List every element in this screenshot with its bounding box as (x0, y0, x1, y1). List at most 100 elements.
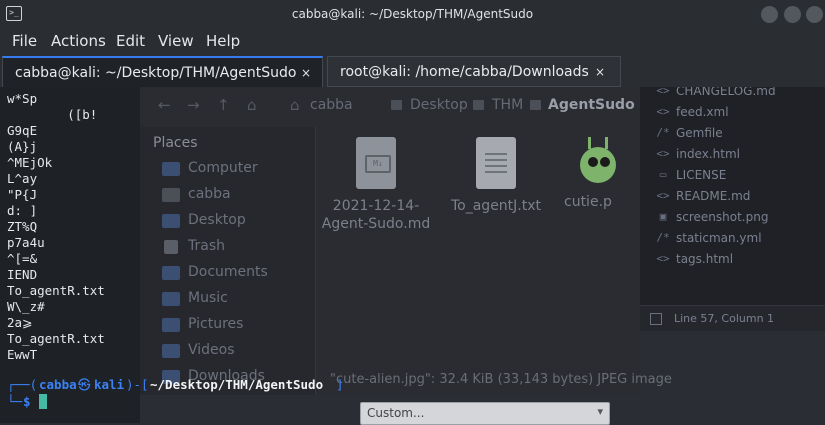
desktop-icon (162, 214, 180, 228)
home-icon: ⌂ (290, 96, 300, 114)
home-folder-icon (162, 188, 180, 202)
image-info-text: "cute-alien.jpg": 32.4 KiB (33,143 bytes… (330, 372, 672, 387)
breadcrumb-thm[interactable]: THM (492, 97, 523, 113)
text-file-icon (476, 137, 516, 189)
close-button[interactable] (806, 6, 823, 23)
terminal-line: G9qE (7, 123, 38, 138)
menu-help[interactable]: Help (206, 32, 240, 50)
folder-icon (391, 100, 402, 110)
menubar: File Actions Edit View Help (0, 29, 825, 53)
terminal-cursor (39, 394, 47, 409)
file-item-txt[interactable]: To_agentJ.txt (436, 137, 556, 215)
panel-toggle-icon[interactable] (650, 313, 662, 325)
alien-thumbnail-icon (576, 137, 620, 185)
place-trash[interactable]: Trash (160, 237, 310, 257)
editor-file-item[interactable]: <> tags.html (656, 252, 733, 266)
breadcrumb-cabba[interactable]: cabba (310, 97, 353, 113)
terminal-line: IEND (7, 267, 38, 282)
tab-bar: cabba@kali: ~/Desktop/THM/AgentSudo × ro… (0, 53, 825, 87)
terminal-line: To_agentR.txt (7, 283, 105, 298)
place-music[interactable]: Music (160, 289, 310, 309)
editor-file-item[interactable]: ▭ LICENSE (660, 168, 727, 182)
back-arrow-icon[interactable]: ← (158, 96, 171, 114)
forward-arrow-icon[interactable]: → (187, 96, 200, 114)
pictures-icon (162, 318, 180, 332)
terminal-line: (A}j (7, 139, 38, 154)
terminal-line: ^[=& (7, 251, 38, 266)
file-manager-window-background: ← → ↑ ⌂ ⌂ cabba Desktop THM AgentSudo Pl… (140, 85, 640, 395)
breadcrumb-desktop[interactable]: Desktop (410, 97, 468, 113)
editor-file-item[interactable]: ▣ screenshot.png (660, 210, 769, 224)
place-pictures[interactable]: Pictures (160, 315, 310, 335)
editor-file-item[interactable]: <> README.md (656, 189, 750, 203)
file-comment-icon: /* (656, 231, 670, 244)
home-icon[interactable]: ⌂ (247, 96, 257, 114)
terminal-line: EwwT (7, 347, 38, 362)
folder-icon (530, 100, 541, 110)
file-text-icon: ▭ (659, 168, 667, 181)
prompt-path: ~/Desktop/THM/AgentSudo (150, 377, 324, 392)
file-manager-toolbar: ← → ↑ ⌂ ⌂ cabba Desktop THM AgentSudo (140, 85, 640, 128)
terminal-line: d: ] (7, 203, 38, 218)
menu-file[interactable]: File (12, 32, 37, 50)
place-computer[interactable]: Computer (160, 159, 310, 179)
file-code-icon: <> (656, 147, 670, 160)
close-tab-icon[interactable]: × (301, 66, 311, 80)
terminal-line: W\_z# (7, 299, 45, 314)
places-header: Places (153, 135, 198, 151)
cursor-position-status: Line 57, Column 1 (674, 312, 775, 325)
minimize-button[interactable] (761, 6, 778, 23)
editor-file-item[interactable]: /* staticman.yml (656, 231, 761, 245)
up-arrow-icon[interactable]: ↑ (217, 96, 230, 114)
file-item-md[interactable]: M↓ 2021-12-14-Agent-Sudo.md (316, 137, 436, 233)
prompt-user: cabba (39, 377, 77, 392)
music-icon (162, 292, 180, 306)
tab-root-downloads[interactable]: root@kali: /home/cabba/Downloads × (327, 56, 621, 87)
zoom-select[interactable]: Custom... ▾ (360, 402, 610, 425)
trash-icon (164, 240, 178, 254)
file-manager-content: M↓ 2021-12-14-Agent-Sudo.md To_agentJ.tx… (316, 127, 640, 395)
file-item-image[interactable]: cutie.p (556, 137, 640, 211)
place-cabba[interactable]: cabba (160, 185, 310, 205)
file-image-icon: ▣ (659, 210, 667, 223)
prompt-dollar: $ (23, 394, 31, 409)
file-code-icon: <> (656, 252, 670, 265)
place-documents[interactable]: Documents (160, 263, 310, 283)
computer-icon (162, 162, 180, 176)
maximize-button[interactable] (784, 6, 801, 23)
menu-view[interactable]: View (158, 32, 194, 50)
videos-icon (162, 344, 180, 358)
menu-edit[interactable]: Edit (116, 32, 145, 50)
close-tab-icon[interactable]: × (595, 65, 605, 79)
terminal-line: ZT%Q (7, 219, 38, 234)
breadcrumb-agentsudo[interactable]: AgentSudo (548, 97, 635, 113)
chevron-down-icon: ▾ (597, 405, 603, 418)
window-title: cabba@kali: ~/Desktop/THM/AgentSudo (291, 7, 534, 21)
editor-statusbar: Line 57, Column 1 (636, 305, 825, 331)
terminal-line: ([b! (7, 107, 98, 122)
terminal-line: w*Sp (7, 91, 38, 106)
editor-file-item[interactable]: <> index.html (656, 147, 740, 161)
file-manager-sidebar: Places Computer cabba Desktop Trash Docu… (140, 127, 316, 395)
file-comment-icon: /* (656, 126, 670, 139)
file-code-icon: <> (656, 105, 670, 118)
prompt-host: kali (94, 377, 125, 392)
terminal-line: To_agentR.txt (7, 331, 105, 346)
folder-icon (473, 100, 484, 110)
file-code-icon: <> (656, 189, 670, 202)
editor-file-item[interactable]: /* Gemfile (656, 126, 722, 140)
editor-file-item[interactable]: <> feed.xml (656, 105, 728, 119)
window-titlebar[interactable]: >_ cabba@kali: ~/Desktop/THM/AgentSudo (0, 0, 825, 29)
place-videos[interactable]: Videos (160, 341, 310, 361)
markdown-file-icon: M↓ (356, 137, 396, 189)
menu-actions[interactable]: Actions (51, 32, 106, 50)
terminal-line: 2a⩾ (7, 315, 33, 330)
shell-prompt[interactable]: ┌──( cabba ㉿ kali )-[ ~/Desktop/THM/Agen… (0, 372, 350, 423)
terminal-line: "P{J (7, 187, 38, 202)
tab-agentsudo[interactable]: cabba@kali: ~/Desktop/THM/AgentSudo × (2, 56, 323, 87)
terminal-line: ^MEjOk (7, 155, 53, 170)
prompt-at-symbol: ㉿ (78, 377, 91, 392)
terminal-line: p7a4u (7, 235, 45, 250)
place-desktop[interactable]: Desktop (160, 211, 310, 231)
terminal-line: L^ay (7, 171, 38, 186)
